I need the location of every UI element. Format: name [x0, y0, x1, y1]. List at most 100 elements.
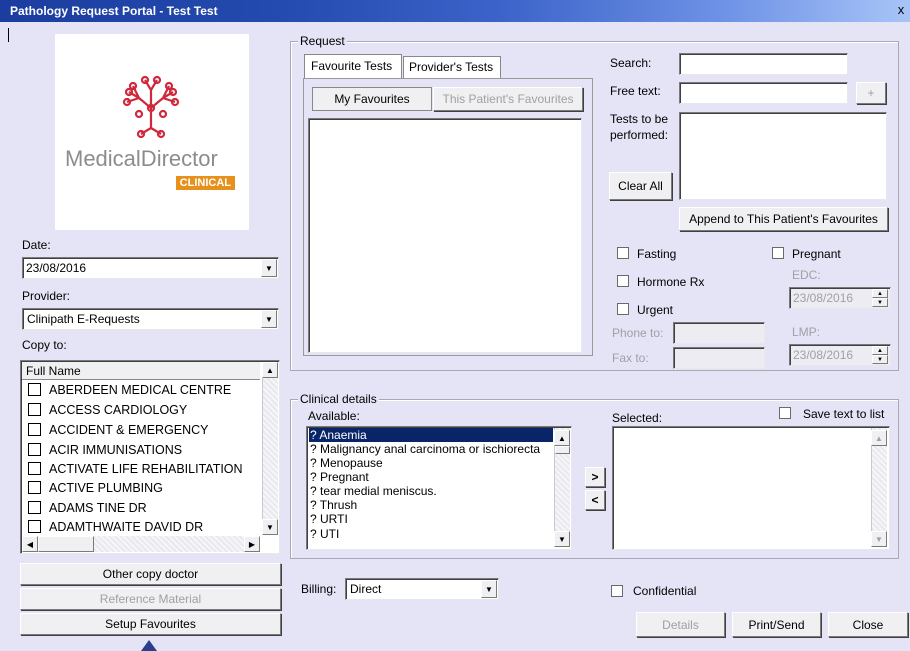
list-item[interactable]: ACCIDENT & EMERGENCY — [28, 420, 209, 439]
clear-all-button[interactable]: Clear All — [609, 172, 672, 200]
list-item[interactable]: ACTIVE PLUMBING — [28, 478, 163, 497]
copy-list-header[interactable]: Full Name — [22, 362, 260, 380]
list-item[interactable]: ? URTI — [310, 512, 348, 526]
scroll-up-icon[interactable]: ▲ — [871, 430, 887, 446]
favourites-list[interactable] — [308, 118, 582, 353]
medicaldirector-logo: MedicalDirector CLINICAL — [55, 34, 249, 230]
list-item[interactable]: ACIR IMMUNISATIONS — [28, 440, 182, 459]
list-item[interactable]: ACCESS CARDIOLOGY — [28, 400, 187, 419]
list-item[interactable]: ? Thrush — [310, 498, 357, 512]
list-item[interactable]: ABERDEEN MEDICAL CENTRE — [28, 380, 231, 399]
hscroll-thumb[interactable] — [38, 536, 94, 552]
close-button[interactable]: Close — [828, 612, 908, 637]
append-favourites-button[interactable]: Append to This Patient's Favourites — [679, 207, 888, 231]
title-bar: Pathology Request Portal - Test Test x — [0, 0, 910, 22]
my-favourites-button[interactable]: My Favourites — [312, 87, 432, 111]
save-text-checkbox[interactable] — [779, 407, 791, 419]
tests-label-line1: Tests to be — [610, 112, 669, 126]
urgent-checkbox[interactable] — [617, 303, 629, 315]
close-window-icon[interactable]: x — [894, 2, 908, 18]
checkbox[interactable] — [28, 423, 41, 436]
checkbox[interactable] — [28, 520, 41, 533]
phone-to-input[interactable] — [673, 322, 765, 344]
fax-to-input[interactable] — [673, 347, 765, 369]
search-label: Search: — [610, 56, 652, 70]
billing-label: Billing: — [301, 582, 337, 596]
list-item[interactable]: ADAMS TINE DR — [28, 498, 147, 517]
date-picker[interactable]: 23/08/2016 ▼ — [22, 257, 279, 279]
checkbox[interactable] — [28, 443, 41, 456]
scroll-up-icon[interactable]: ▲ — [262, 362, 278, 378]
tests-label-line2: performed: — [610, 128, 669, 142]
search-input[interactable] — [679, 53, 848, 75]
list-item[interactable]: ? tear medial meniscus. — [310, 484, 437, 498]
selected-label: Selected: — [612, 411, 663, 425]
fax-to-label: Fax to: — [612, 351, 649, 365]
scroll-right-icon[interactable]: ▶ — [244, 536, 260, 552]
this-patients-favourites-button[interactable]: This Patient's Favourites — [433, 87, 583, 111]
text-cursor — [8, 28, 9, 42]
free-text-input[interactable] — [679, 82, 848, 104]
lmp-date-field[interactable]: 23/08/2016 ▲ ▼ — [789, 344, 891, 366]
print-send-button[interactable]: Print/Send — [732, 612, 821, 637]
list-item[interactable]: ? Malignancy anal carcinoma or ischiorec… — [310, 442, 540, 456]
confidential-checkbox[interactable] — [611, 585, 623, 597]
checkbox[interactable] — [28, 481, 41, 494]
list-item[interactable]: ADAMTHWAITE DAVID DR — [28, 517, 203, 536]
checkbox[interactable] — [28, 383, 41, 396]
copy-list-scrollbar[interactable] — [262, 362, 278, 534]
fasting-checkbox[interactable] — [617, 247, 629, 259]
tests-to-be-performed-list[interactable] — [679, 112, 887, 200]
available-scroll-thumb[interactable] — [555, 446, 570, 454]
list-item[interactable]: ? Anaemia — [310, 428, 367, 442]
pregnant-checkbox[interactable] — [772, 247, 784, 259]
list-item[interactable]: ? UTI — [310, 527, 339, 541]
spin-up-icon[interactable]: ▲ — [872, 289, 888, 298]
other-copy-doctor-button[interactable]: Other copy doctor — [20, 563, 281, 585]
pregnant-label: Pregnant — [792, 247, 841, 261]
tab-providers-tests[interactable]: Provider's Tests — [403, 56, 501, 78]
spin-up-icon[interactable]: ▲ — [872, 346, 888, 355]
clinical-details-title: Clinical details — [298, 392, 379, 406]
list-item[interactable]: ACTIVATE LIFE REHABILITATION — [28, 459, 243, 478]
scroll-down-icon[interactable]: ▼ — [554, 531, 570, 547]
move-right-button[interactable]: > — [585, 467, 605, 487]
scroll-up-icon[interactable]: ▲ — [554, 430, 570, 446]
date-value: 23/08/2016 — [26, 261, 87, 275]
tab-favourite-tests[interactable]: Favourite Tests — [304, 54, 402, 78]
available-label: Available: — [308, 409, 360, 423]
chevron-down-icon[interactable]: ▼ — [261, 310, 277, 328]
provider-value: Clinipath E-Requests — [27, 312, 140, 326]
scroll-down-icon[interactable]: ▼ — [871, 531, 887, 547]
edc-date-field[interactable]: 23/08/2016 ▲ ▼ — [789, 287, 891, 309]
billing-select[interactable]: Direct ▼ — [345, 578, 499, 600]
hormone-rx-checkbox[interactable] — [617, 275, 629, 287]
move-left-button[interactable]: < — [585, 490, 605, 510]
scroll-left-icon[interactable]: ◀ — [22, 536, 38, 552]
fasting-label: Fasting — [637, 247, 677, 261]
chevron-down-icon[interactable]: ▼ — [481, 580, 497, 598]
lmp-label: LMP: — [792, 325, 821, 339]
spin-down-icon[interactable]: ▼ — [872, 298, 888, 307]
edc-label: EDC: — [792, 268, 821, 282]
checkbox[interactable] — [28, 462, 41, 475]
selected-list[interactable]: ▲ ▼ — [612, 426, 890, 550]
details-button[interactable]: Details — [636, 612, 725, 637]
spin-down-icon[interactable]: ▼ — [872, 355, 888, 364]
full-name-column-header: Full Name — [26, 364, 81, 378]
billing-value: Direct — [350, 582, 382, 596]
request-group-title: Request — [298, 34, 347, 48]
setup-favourites-button[interactable]: Setup Favourites — [20, 613, 281, 635]
copy-list-hscrollbar[interactable]: ◀ ▶ — [22, 536, 260, 552]
list-item[interactable]: ? Pregnant — [310, 470, 369, 484]
list-item[interactable]: ? Menopause — [310, 456, 383, 470]
provider-label: Provider: — [22, 289, 71, 303]
checkbox[interactable] — [28, 501, 41, 514]
window-title: Pathology Request Portal - Test Test — [10, 4, 218, 18]
chevron-down-icon[interactable]: ▼ — [261, 259, 277, 277]
provider-select[interactable]: Clinipath E-Requests ▼ — [22, 308, 279, 330]
checkbox[interactable] — [28, 403, 41, 416]
reference-material-button[interactable]: Reference Material — [20, 588, 281, 610]
add-free-text-button[interactable]: + — [856, 82, 886, 104]
scroll-down-icon[interactable]: ▼ — [262, 519, 278, 535]
